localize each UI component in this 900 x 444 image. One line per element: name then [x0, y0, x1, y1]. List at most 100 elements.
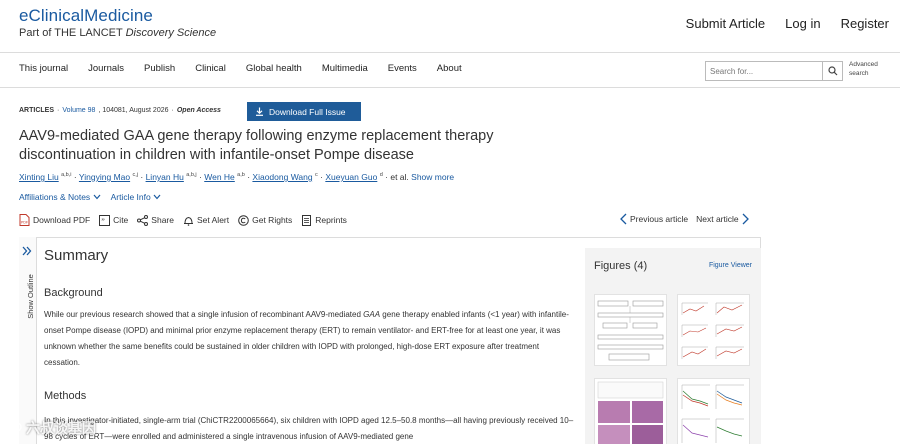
- number-date: , 104081, August 2026: [98, 107, 169, 114]
- author-affiliation-sup: c,j: [132, 172, 138, 179]
- double-chevron-right-icon[interactable]: [22, 246, 32, 256]
- figure-thumbnail[interactable]: [677, 294, 750, 366]
- share-button[interactable]: Share: [137, 214, 174, 226]
- nav-this-journal[interactable]: This journal: [19, 63, 68, 74]
- author-link[interactable]: Wen He: [204, 172, 235, 182]
- download-icon: [256, 107, 263, 116]
- histology-figure: [597, 381, 664, 444]
- watermark: 六叔谈基因: [6, 418, 96, 438]
- methods-paragraph: In this investigator-initiated, single-a…: [44, 416, 574, 441]
- author-affiliation-sup: a,b,i: [61, 172, 72, 179]
- article-info-toggle[interactable]: Article Info: [111, 192, 162, 202]
- download-full-issue-label: Download Full Issue: [269, 106, 346, 117]
- watermark-text: 六叔谈基因: [26, 420, 96, 436]
- previous-article-button[interactable]: Previous article: [620, 213, 688, 225]
- open-access-label: Open Access: [176, 107, 221, 114]
- journal-logo[interactable]: eClinicalMedicine: [19, 6, 153, 26]
- affiliations-label: Affiliations & Notes: [19, 192, 91, 202]
- nav-multimedia[interactable]: Multimedia: [322, 63, 368, 74]
- set-alert-label: Set Alert: [196, 215, 230, 225]
- article-toolbar: PDF Download PDF ” Cite Share Set Alert: [19, 214, 347, 226]
- search-button[interactable]: [822, 62, 842, 80]
- share-label: Share: [151, 215, 174, 225]
- article-type: ARTICLES: [19, 107, 54, 114]
- nav-about[interactable]: About: [437, 63, 462, 74]
- search-box: [705, 61, 843, 81]
- journal-parent: Part of THE LANCET Discovery Science: [19, 27, 216, 39]
- get-rights-button[interactable]: Get Rights: [238, 214, 293, 226]
- author-link[interactable]: Linyan Hu: [146, 172, 184, 182]
- copyright-icon: [238, 214, 249, 226]
- figure-thumbnail[interactable]: [594, 378, 667, 444]
- article-navigation: Previous article Next article: [620, 213, 749, 225]
- search-input[interactable]: [706, 62, 822, 80]
- download-pdf-label: Download PDF: [33, 215, 91, 225]
- top-header: eClinicalMedicine Part of THE LANCET Dis…: [0, 0, 900, 52]
- login-link[interactable]: Log in: [785, 16, 820, 31]
- download-pdf-button[interactable]: PDF Download PDF: [19, 214, 90, 226]
- author-link[interactable]: Yingying Mao: [79, 172, 130, 182]
- nav-publish[interactable]: Publish: [144, 63, 175, 74]
- get-rights-label: Get Rights: [252, 215, 293, 225]
- affiliations-toggle[interactable]: Affiliations & Notes: [19, 192, 101, 202]
- main-nav: This journal Journals Publish Clinical G…: [0, 52, 900, 88]
- background-paragraph: While our previous research showed that …: [44, 307, 574, 371]
- nav-items: This journal Journals Publish Clinical G…: [19, 63, 462, 74]
- reprints-button[interactable]: Reprints: [301, 214, 347, 226]
- bell-icon: [183, 216, 193, 226]
- search-icon: [827, 66, 837, 76]
- author-separator: ·: [199, 172, 202, 182]
- set-alert-button[interactable]: Set Alert: [183, 215, 229, 226]
- figure-thumbnail[interactable]: [677, 378, 750, 444]
- figure-viewer-link[interactable]: Figure Viewer: [709, 262, 752, 269]
- advanced-search-link[interactable]: Advanced search: [849, 60, 889, 78]
- chevron-down-icon: [153, 194, 161, 200]
- author-affiliation-sup: c: [314, 172, 318, 179]
- figures-title: Figures (4): [594, 260, 648, 272]
- author-link[interactable]: Xueyuan Guo: [325, 172, 377, 182]
- author-separator: ·: [140, 172, 144, 182]
- figure-thumbnail[interactable]: [594, 294, 667, 366]
- methods-heading: Methods: [44, 390, 87, 402]
- submit-article-link[interactable]: Submit Article: [686, 16, 765, 31]
- meta-separator: ·: [171, 107, 174, 114]
- brand-sub-suffix: Discovery Science: [125, 27, 217, 39]
- reprints-label: Reprints: [315, 215, 347, 225]
- account-links: Submit Article Log in Register: [686, 16, 889, 31]
- author-affiliation-sup: d: [379, 172, 383, 179]
- svg-text:”: ”: [101, 217, 105, 226]
- nav-clinical[interactable]: Clinical: [195, 63, 226, 74]
- outline-sidebar[interactable]: [19, 237, 37, 444]
- nav-journals[interactable]: Journals: [88, 63, 124, 74]
- next-article-button[interactable]: Next article: [696, 213, 749, 225]
- register-link[interactable]: Register: [841, 16, 889, 31]
- article-details-toggles: Affiliations & Notes Article Info: [19, 192, 161, 202]
- share-icon: [137, 214, 149, 226]
- chat-bubble-icon: [6, 421, 22, 435]
- volume-link[interactable]: Volume 98: [62, 107, 95, 114]
- download-full-issue-button[interactable]: Download Full Issue: [247, 102, 361, 121]
- show-outline-label[interactable]: Show Outline: [26, 274, 35, 319]
- chevron-right-icon: [742, 213, 749, 225]
- show-more-authors-link[interactable]: Show more: [411, 172, 454, 182]
- article-title: AAV9-mediated GAA gene therapy following…: [19, 128, 494, 163]
- pdf-icon: PDF: [19, 214, 30, 226]
- flowchart-figure: [597, 300, 664, 361]
- author-affiliation-sup: a,b: [237, 172, 245, 179]
- author-link[interactable]: Xiaodong Wang: [252, 172, 312, 182]
- article-meta: ARTICLES · Volume 98 , 104081, August 20…: [19, 107, 221, 114]
- quote-icon: ”: [99, 214, 111, 226]
- author-separator: ·: [320, 172, 323, 182]
- cite-button[interactable]: ” Cite: [99, 214, 128, 226]
- previous-article-label: Previous article: [630, 214, 689, 224]
- chevron-down-icon: [93, 194, 101, 200]
- background-heading: Background: [44, 287, 103, 299]
- nav-global-health[interactable]: Global health: [246, 63, 302, 74]
- background-text-1: While our previous research showed that …: [44, 310, 361, 319]
- gene-name: GAA: [363, 310, 381, 319]
- nav-events[interactable]: Events: [388, 63, 417, 74]
- author-list: Xinting Liu a,b,i · Yingying Mao c,j · L…: [19, 172, 454, 182]
- multi-line-figure: [681, 384, 744, 443]
- author-link[interactable]: Xinting Liu: [19, 172, 59, 182]
- article-info-label: Article Info: [110, 192, 151, 202]
